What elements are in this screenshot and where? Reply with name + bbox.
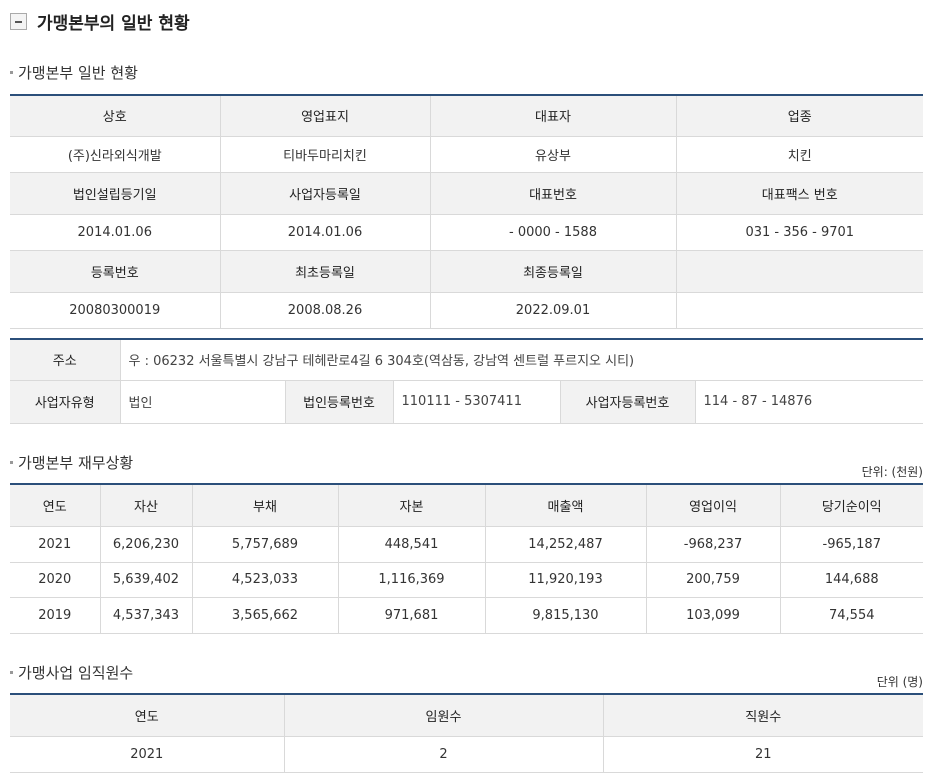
table-cell: 4,537,343 [99,597,192,634]
general-info-table: 상호 영업표지 대표자 업종 (주)신라외식개발 티바두마리치킨 유상부 치킨 … [10,94,923,329]
section-title-general: 가맹본부 일반 현황 [10,62,138,83]
value-cell: 2008.08.26 [219,292,430,329]
corp-no-value: 110111 - 5307411 [392,380,560,424]
table-cell: 21 [602,736,923,773]
header-cell: 대표자 [429,95,676,137]
section-title-finance: 가맹본부 재무상황 [10,452,133,473]
value-cell: 치킨 [675,136,923,173]
table-cell: -968,237 [645,526,780,563]
biz-type-label: 사업자유형 [10,380,120,424]
table-cell: 9,815,130 [484,597,646,634]
collapse-icon[interactable] [10,12,27,30]
section-title-general-text: 가맹본부 일반 현황 [18,64,138,82]
bullet-icon [10,71,13,74]
header-cell: 등록번호 [10,250,220,293]
header-cell: 사업자등록일 [219,172,430,215]
value-cell: 티바두마리치킨 [219,136,430,173]
biz-type-value: 법인 [119,380,285,424]
table-row: 2019 4,537,343 3,565,662 971,681 9,815,1… [10,597,923,634]
value-cell: - 0000 - 1588 [429,214,676,251]
section-title-finance-text: 가맹본부 재무상황 [18,454,134,472]
biz-no-value: 114 - 87 - 14876 [694,380,924,424]
address-value: 우 : 06232 서울특별시 강남구 테헤란로4길 6 304호(역삼동, 강… [119,339,924,381]
table-cell: 74,554 [779,597,923,634]
header-cell-empty [675,250,923,293]
header-cell: 임원수 [283,694,603,737]
header-cell: 상호 [10,95,220,137]
table-row: 2021 2 21 [10,736,923,773]
table-cell: 1,116,369 [337,562,485,598]
table-cell: 5,757,689 [191,526,338,563]
table-cell: 2021 [10,736,284,773]
finance-table: 연도 자산 부채 자본 매출액 영업이익 당기순이익 2021 6,206,23… [10,483,923,634]
table-cell: 3,565,662 [191,597,338,634]
header-cell: 영업표지 [219,95,430,137]
table-cell: 2 [283,736,603,773]
bullet-icon [10,461,13,464]
biz-no-label: 사업자등록번호 [559,380,695,424]
header-cell: 최종등록일 [429,250,676,293]
table-cell: 971,681 [337,597,485,634]
value-cell: 20080300019 [10,292,220,329]
table-cell: 2019 [10,597,100,634]
value-cell: (주)신라외식개발 [10,136,220,173]
value-cell: 유상부 [429,136,676,173]
table-cell: 2020 [10,562,100,598]
header-cell: 영업이익 [645,484,780,527]
header-cell: 자본 [337,484,485,527]
header-cell: 직원수 [602,694,923,737]
staff-unit: 단위 (명) [876,675,923,689]
page-header: 가맹본부의 일반 현황 [10,8,190,34]
header-cell: 연도 [10,694,284,737]
table-cell: 14,252,487 [484,526,646,563]
value-cell: 031 - 356 - 9701 [675,214,923,251]
bullet-icon [10,671,13,674]
table-cell: 5,639,402 [99,562,192,598]
header-cell: 매출액 [484,484,646,527]
table-cell: 448,541 [337,526,485,563]
header-cell: 최초등록일 [219,250,430,293]
table-cell: -965,187 [779,526,923,563]
header-cell: 법인설립등기일 [10,172,220,215]
value-cell: 2014.01.06 [219,214,430,251]
address-label: 주소 [10,339,120,381]
header-cell: 대표팩스 번호 [675,172,923,215]
header-cell: 당기순이익 [779,484,923,527]
table-row: 2021 6,206,230 5,757,689 448,541 14,252,… [10,526,923,563]
section-title-staff: 가맹사업 임직원수 [10,662,133,683]
staff-table: 연도 임원수 직원수 2021 2 21 [10,693,923,773]
value-cell: 2022.09.01 [429,292,676,329]
header-cell: 자산 [99,484,192,527]
header-cell: 대표번호 [429,172,676,215]
table-row: 2020 5,639,402 4,523,033 1,116,369 11,92… [10,562,923,598]
header-cell: 부채 [191,484,338,527]
table-cell: 2021 [10,526,100,563]
table-cell: 144,688 [779,562,923,598]
section-title-staff-text: 가맹사업 임직원수 [18,664,134,682]
header-cell: 연도 [10,484,100,527]
header-cell: 업종 [675,95,923,137]
table-cell: 6,206,230 [99,526,192,563]
corp-no-label: 법인등록번호 [284,380,393,424]
finance-unit: 단위: (천원) [861,465,923,479]
table-cell: 103,099 [645,597,780,634]
table-cell: 4,523,033 [191,562,338,598]
value-cell: 2014.01.06 [10,214,220,251]
value-cell-empty [675,292,923,329]
table-cell: 200,759 [645,562,780,598]
table-cell: 11,920,193 [484,562,646,598]
page-title: 가맹본부의 일반 현황 [37,13,190,34]
address-table: 주소 우 : 06232 서울특별시 강남구 테헤란로4길 6 304호(역삼동… [10,338,924,424]
